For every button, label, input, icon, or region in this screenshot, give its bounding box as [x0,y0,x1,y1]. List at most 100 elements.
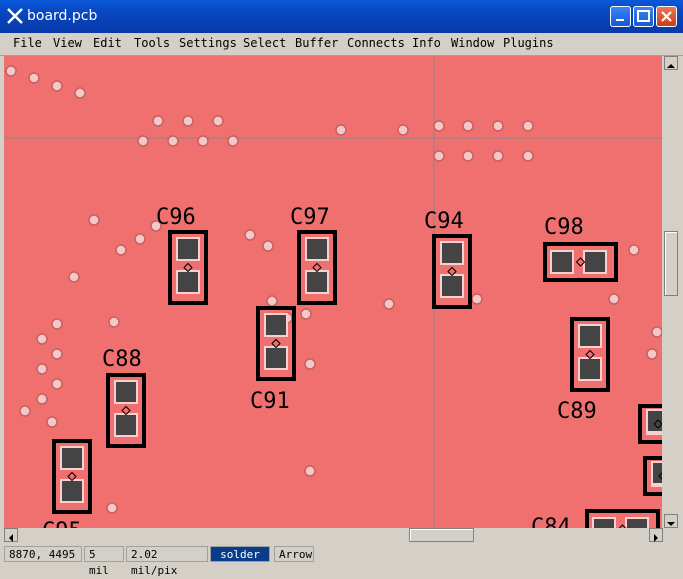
via [492,120,504,132]
maximize-icon [637,10,650,22]
via [522,150,534,162]
arrow-right-icon [654,534,658,542]
via [608,293,620,305]
status-bar: 8870, 4495 5 mil 2.02 mil/pix solder Arr… [0,544,683,577]
via [383,298,395,310]
via [462,150,474,162]
via [335,124,347,136]
pad [116,415,136,435]
via [492,150,504,162]
menu-settings[interactable]: Settings [179,36,237,50]
horizontal-scroll-thumb[interactable] [409,528,474,542]
minimize-icon [616,19,624,21]
window-title: board.pcb [27,8,98,24]
pad [442,243,462,263]
via [36,393,48,405]
via [167,135,179,147]
close-button[interactable] [656,6,677,27]
menu-bar: File View Edit Tools Settings Select Buf… [0,33,683,56]
pad [442,276,462,296]
via [304,358,316,370]
pad [594,519,614,528]
via [36,363,48,375]
via [137,135,149,147]
via [36,333,48,345]
horizontal-scrollbar[interactable] [4,528,663,542]
board-drawing[interactable]: C96 C97 C94 C98 C91 C88 C89 C95 C84 [4,56,662,528]
via [5,65,17,77]
part-label: C95 [42,519,82,528]
pad [178,239,198,259]
menu-select[interactable]: Select [243,36,286,50]
via [68,271,80,283]
arrow-down-icon [667,522,675,526]
part-label: C88 [102,347,142,372]
grid-size: 5 mil [84,546,124,577]
menu-info[interactable]: Info [412,36,441,50]
scroll-left-button[interactable] [4,528,18,542]
menu-tools[interactable]: Tools [134,36,170,50]
via [262,240,274,252]
via [433,120,445,132]
vertical-scrollbar[interactable] [663,56,679,528]
minimize-button[interactable] [610,6,631,27]
via [304,465,316,477]
via [212,115,224,127]
via [19,405,31,417]
pad [653,463,662,483]
cursor-coordinates: 8870, 4495 [4,546,82,562]
via [51,348,63,360]
part-label: C98 [544,215,584,240]
scroll-right-button[interactable] [649,528,663,542]
menu-plugins[interactable]: Plugins [503,36,554,50]
via [134,233,146,245]
menu-file[interactable]: File [13,36,42,50]
pad [307,239,327,259]
pad [62,481,82,501]
via [300,308,312,320]
menu-buffer[interactable]: Buffer [295,36,338,50]
via [197,135,209,147]
via [244,229,256,241]
scroll-up-button[interactable] [664,56,678,70]
close-icon [661,11,672,22]
via [28,72,40,84]
arrow-left-icon [9,534,13,542]
via [628,244,640,256]
arrow-up-icon [667,64,675,68]
via [227,135,239,147]
menu-connects[interactable]: Connects [347,36,405,50]
via [51,318,63,330]
pad [580,359,600,379]
menu-view[interactable]: View [53,36,82,50]
via [108,316,120,328]
part-label: C96 [156,205,196,230]
vertical-scroll-thumb[interactable] [664,231,678,296]
via [51,378,63,390]
via [266,295,278,307]
active-layer[interactable]: solder [210,546,270,562]
scroll-down-button[interactable] [664,514,678,528]
maximize-button[interactable] [633,6,654,27]
title-bar: board.pcb [0,0,683,33]
via [182,115,194,127]
pad [585,252,605,272]
menu-window[interactable]: Window [451,36,494,50]
pad [62,448,82,468]
pad [266,315,286,335]
menu-edit[interactable]: Edit [93,36,122,50]
pad [627,519,647,528]
part-label: C89 [557,399,597,424]
x11-logo-icon [7,8,23,24]
pad [648,411,662,431]
pad [116,382,136,402]
pad [552,252,572,272]
pad [266,348,286,368]
current-tool: Arrow [274,546,314,562]
via [51,80,63,92]
pcb-canvas[interactable]: C96 C97 C94 C98 C91 C88 C89 C95 C84 [4,56,662,528]
zoom-level: 2.02 mil/pix [126,546,208,577]
via [88,214,100,226]
via [646,348,658,360]
via [651,326,662,338]
